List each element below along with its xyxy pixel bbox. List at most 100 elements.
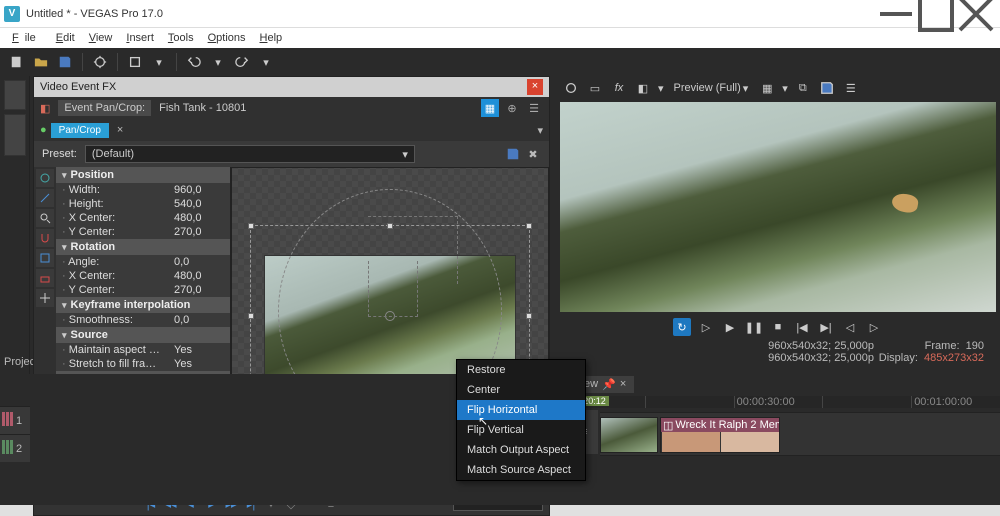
- timeline-ruler[interactable]: +20:12 00:00:00 00:00:30:00 00:01:00:00: [556, 396, 1000, 408]
- save-snapshot-icon[interactable]: [818, 79, 836, 97]
- go-start-button[interactable]: |◀: [793, 318, 811, 336]
- fx-list-icon[interactable]: ☰: [525, 99, 543, 117]
- prop-row[interactable]: Height:540,0: [56, 197, 230, 211]
- preview-settings-icon[interactable]: [562, 79, 580, 97]
- play-button[interactable]: ▶: [721, 318, 739, 336]
- clip-crop-icon[interactable]: ◫: [663, 419, 673, 432]
- overlays-icon[interactable]: ▦: [758, 79, 776, 97]
- lock-aspect-icon[interactable]: [36, 269, 54, 287]
- section-keyframe[interactable]: Keyframe interpolation: [56, 297, 230, 313]
- magnet-icon[interactable]: [36, 229, 54, 247]
- copy-snapshot-icon[interactable]: ⧉: [794, 79, 812, 97]
- prop-row[interactable]: Angle:0,0: [56, 255, 230, 269]
- menu-tools[interactable]: Tools: [162, 30, 200, 46]
- chevron-down-icon[interactable]: ▾: [537, 124, 543, 137]
- resize-handle[interactable]: [526, 223, 532, 229]
- project-format: 960x540x32; 25,000p: [564, 340, 874, 352]
- prop-row[interactable]: Maintain aspect …Yes: [56, 343, 230, 357]
- media-bin-slot[interactable]: [4, 114, 26, 156]
- timeline-clip[interactable]: ◫Wreck It Ralph 2 Meme …fx≡: [660, 417, 780, 453]
- size-about-center-icon[interactable]: [36, 289, 54, 307]
- menu-options[interactable]: Options: [202, 30, 252, 46]
- timeline-clip[interactable]: [600, 417, 658, 453]
- prop-row[interactable]: Stretch to fill fra…Yes: [56, 357, 230, 371]
- zoom-edit-icon[interactable]: [36, 209, 54, 227]
- fx-panel-header[interactable]: Video Event FX ×: [34, 77, 549, 97]
- section-rotation[interactable]: Rotation: [56, 239, 230, 255]
- save-preset-icon[interactable]: [505, 146, 521, 162]
- resize-handle[interactable]: [248, 223, 254, 229]
- open-icon[interactable]: [32, 53, 50, 71]
- minimize-button[interactable]: [876, 0, 916, 28]
- menu-edit[interactable]: Edit: [50, 30, 81, 46]
- prop-row[interactable]: Y Center:270,0: [56, 225, 230, 239]
- preview-video[interactable]: [560, 102, 996, 312]
- split-screen-icon[interactable]: ◧: [634, 79, 652, 97]
- go-end-button[interactable]: ▶|: [817, 318, 835, 336]
- new-project-icon[interactable]: [8, 53, 26, 71]
- ctx-restore[interactable]: Restore: [457, 360, 585, 380]
- menu-insert[interactable]: Insert: [120, 30, 160, 46]
- dropdown-icon[interactable]: ▾: [257, 53, 275, 71]
- pan-crop-toggle-icon[interactable]: ▦: [481, 99, 499, 117]
- prop-row[interactable]: Smoothness:0,0: [56, 313, 230, 327]
- dropdown-icon[interactable]: ▾: [150, 53, 168, 71]
- ctx-center[interactable]: Center: [457, 380, 585, 400]
- ctx-flip-horizontal[interactable]: Flip Horizontal: [457, 400, 585, 420]
- section-position[interactable]: Position: [56, 167, 230, 183]
- timeline[interactable]: ◫ fx ≡ ◫Wreck It Ralph 2 Meme …fx≡: [556, 410, 1000, 505]
- redo-icon[interactable]: [233, 53, 251, 71]
- dropdown-icon[interactable]: ▾: [209, 53, 227, 71]
- ctx-match-output[interactable]: Match Output Aspect: [457, 440, 585, 460]
- prop-row[interactable]: Y Center:270,0: [56, 283, 230, 297]
- stop-button[interactable]: ■: [769, 318, 787, 336]
- timeline-track[interactable]: ◫Wreck It Ralph 2 Meme …fx≡: [600, 412, 1000, 456]
- pin-icon[interactable]: 📌: [602, 378, 616, 391]
- menu-file[interactable]: File: [6, 30, 48, 46]
- prop-row[interactable]: X Center:480,0: [56, 269, 230, 283]
- normal-edit-icon[interactable]: [36, 189, 54, 207]
- prop-row[interactable]: Width:960,0: [56, 183, 230, 197]
- media-bin-slot[interactable]: [4, 80, 26, 110]
- properties-icon[interactable]: [91, 53, 109, 71]
- next-frame-button[interactable]: ▷: [865, 318, 883, 336]
- close-icon[interactable]: ×: [620, 378, 626, 390]
- close-button[interactable]: [956, 0, 996, 28]
- external-monitor-icon[interactable]: ▭: [586, 79, 604, 97]
- play-start-button[interactable]: ▷: [697, 318, 715, 336]
- menu-view[interactable]: View: [83, 30, 119, 46]
- close-icon[interactable]: ×: [527, 79, 543, 95]
- prev-frame-button[interactable]: ◁: [841, 318, 859, 336]
- pause-button[interactable]: ❚❚: [745, 318, 763, 336]
- dropdown-icon[interactable]: ▾: [782, 82, 788, 95]
- ctx-match-source[interactable]: Match Source Aspect: [457, 460, 585, 480]
- undo-icon[interactable]: [185, 53, 203, 71]
- track-header-audio[interactable]: 2: [0, 434, 30, 462]
- preset-select[interactable]: (Default) ▾: [85, 145, 415, 163]
- prop-row[interactable]: X Center:480,0: [56, 211, 230, 225]
- fx-chain-toggle-icon[interactable]: ●: [40, 124, 47, 136]
- preview-quality-select[interactable]: Preview (Full) ▾: [670, 81, 753, 96]
- bypass-icon[interactable]: ◧: [40, 102, 50, 115]
- preview-more-icon[interactable]: ☰: [842, 79, 860, 97]
- menu-help[interactable]: Help: [254, 30, 289, 46]
- action-icon[interactable]: [126, 53, 144, 71]
- maximize-button[interactable]: [916, 0, 956, 28]
- ctx-flip-vertical[interactable]: Flip Vertical: [457, 420, 585, 440]
- pan-crop-chip[interactable]: Pan/Crop: [51, 123, 109, 138]
- section-source[interactable]: Source: [56, 327, 230, 343]
- delete-preset-icon[interactable]: ✖: [525, 146, 541, 162]
- show-properties-icon[interactable]: [36, 169, 54, 187]
- video-fx-icon[interactable]: fx: [610, 79, 628, 97]
- loop-button[interactable]: ↻: [673, 318, 691, 336]
- resize-handle[interactable]: [248, 313, 254, 319]
- remove-fx-icon[interactable]: ×: [117, 124, 129, 136]
- preview-format: 960x540x32; 25,000p: [564, 352, 874, 364]
- save-icon[interactable]: [56, 53, 74, 71]
- resize-handle[interactable]: [526, 313, 532, 319]
- move-freely-icon[interactable]: [36, 249, 54, 267]
- dropdown-icon[interactable]: ▾: [658, 82, 664, 95]
- track-header-video[interactable]: 1: [0, 406, 30, 434]
- fx-chain-icon[interactable]: ⊕: [503, 99, 521, 117]
- event-label: Event Pan/Crop:: [58, 100, 151, 116]
